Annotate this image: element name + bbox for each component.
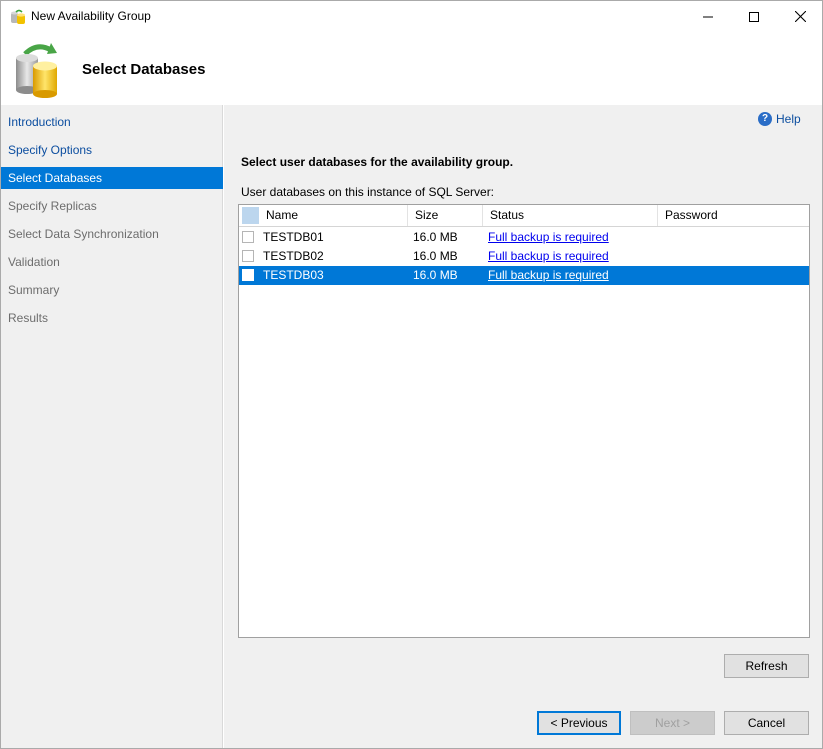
nav-item-introduction[interactable]: Introduction xyxy=(1,111,223,133)
row-checkbox[interactable] xyxy=(242,231,254,243)
nav-item-select-databases[interactable]: Select Databases xyxy=(1,167,223,189)
column-header-size[interactable]: Size xyxy=(408,205,483,226)
help-icon: ? xyxy=(758,112,772,126)
minimize-button[interactable] xyxy=(685,1,731,32)
database-sync-icon xyxy=(16,43,57,98)
database-size: 16.0 MB xyxy=(413,249,458,263)
column-header-status[interactable]: Status xyxy=(483,205,658,226)
row-checkbox[interactable] xyxy=(242,269,254,281)
maximize-icon xyxy=(749,11,759,22)
nav-item-specify-options[interactable]: Specify Options xyxy=(1,139,223,161)
database-size: 16.0 MB xyxy=(413,230,458,244)
nav-item-select-data-synchronization: Select Data Synchronization xyxy=(8,227,159,241)
wizard-window: New Availability Group Select Databases … xyxy=(0,0,823,749)
maximize-button[interactable] xyxy=(731,1,777,32)
table-row[interactable]: TESTDB03 16.0 MB Full backup is required xyxy=(239,266,809,285)
grid-header: Name Size Status Password xyxy=(239,205,809,227)
help-link[interactable]: ? Help xyxy=(758,112,801,126)
status-link[interactable]: Full backup is required xyxy=(488,266,609,285)
database-size: 16.0 MB xyxy=(413,268,458,282)
table-row[interactable]: TESTDB01 16.0 MB Full backup is required xyxy=(239,228,809,247)
minimize-icon xyxy=(703,16,713,17)
column-header-name[interactable]: Name xyxy=(259,205,408,226)
instruction-text: Select user databases for the availabili… xyxy=(241,155,514,169)
nav-item-specify-replicas: Specify Replicas xyxy=(8,199,97,213)
page-title: Select Databases xyxy=(82,61,206,78)
database-group-icon xyxy=(11,9,25,24)
database-grid[interactable]: Name Size Status Password TESTDB01 16.0 … xyxy=(238,204,810,638)
table-row[interactable]: TESTDB02 16.0 MB Full backup is required xyxy=(239,247,809,266)
help-label: Help xyxy=(776,112,801,126)
close-button[interactable] xyxy=(777,1,823,32)
nav-item-summary: Summary xyxy=(8,283,60,297)
main-panel: ? Help Select user databases for the ava… xyxy=(224,105,822,748)
close-icon xyxy=(794,11,806,22)
status-link[interactable]: Full backup is required xyxy=(488,247,609,266)
column-header-password[interactable]: Password xyxy=(658,205,809,226)
previous-button[interactable]: < Previous xyxy=(537,711,621,735)
wizard-nav: Introduction Specify Options Select Data… xyxy=(1,105,223,748)
window-title: New Availability Group xyxy=(31,9,151,23)
next-button: Next > xyxy=(630,711,715,735)
page-header: Select Databases xyxy=(1,32,822,105)
cancel-button[interactable]: Cancel xyxy=(724,711,809,735)
database-name: TESTDB02 xyxy=(263,249,324,263)
database-list-label: User databases on this instance of SQL S… xyxy=(241,185,495,199)
select-all-checkbox[interactable] xyxy=(242,207,259,224)
status-link[interactable]: Full backup is required xyxy=(488,228,609,247)
nav-item-results: Results xyxy=(8,311,49,325)
title-bar: New Availability Group xyxy=(1,1,822,32)
row-checkbox[interactable] xyxy=(242,250,254,262)
database-name: TESTDB03 xyxy=(263,268,324,282)
database-name: TESTDB01 xyxy=(263,230,324,244)
refresh-button[interactable]: Refresh xyxy=(724,654,809,678)
nav-item-validation: Validation xyxy=(8,255,60,269)
